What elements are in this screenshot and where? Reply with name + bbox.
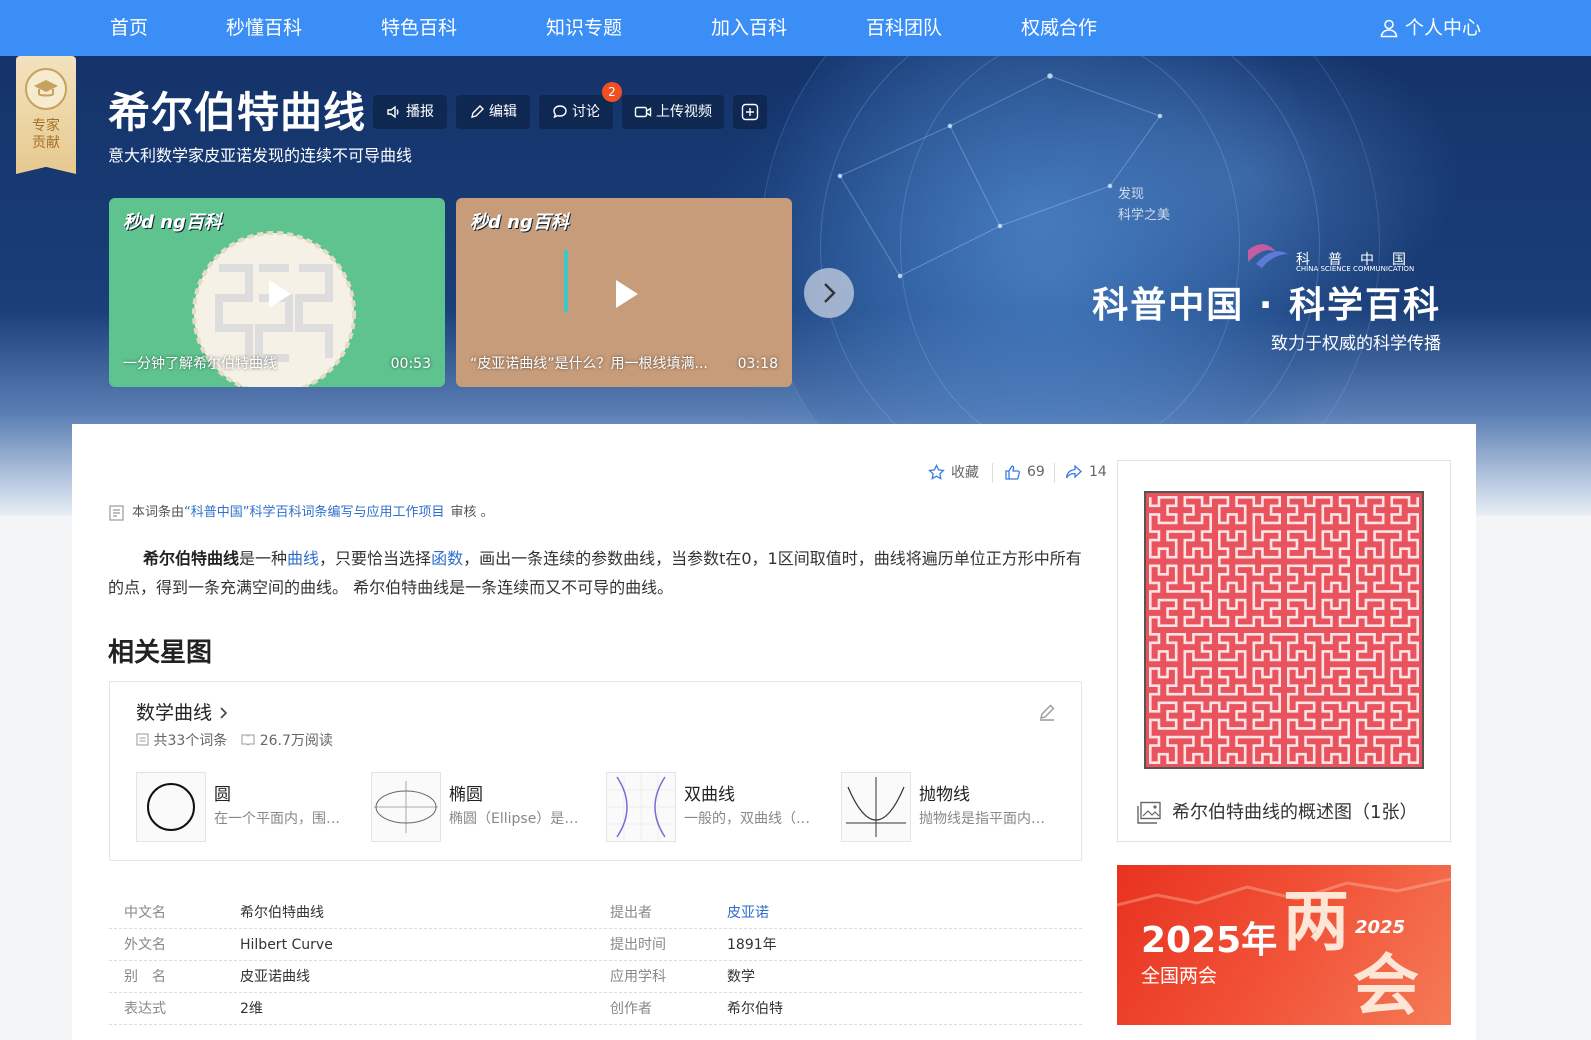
user-center-link[interactable]: 个人中心 — [1379, 14, 1481, 42]
basic-info-table: 中文名 希尔伯特曲线 提出者 皮亚诺 外文名 Hilbert Curve 提出时… — [109, 897, 1082, 1025]
banner-tag: 2025 — [1355, 917, 1406, 938]
entry-count: 共33个词条 — [136, 732, 227, 750]
link-curve[interactable]: 曲线 — [287, 549, 319, 568]
hyperbola-thumbnail — [606, 772, 676, 842]
discuss-button[interactable]: 讨论 — [539, 95, 613, 129]
nav-home[interactable]: 首页 — [110, 14, 148, 42]
meta-divider — [992, 463, 993, 483]
related-item-circle[interactable]: 圆 在一个平面内，围绕一个点... — [136, 772, 356, 842]
info-row: 外文名 Hilbert Curve 提出时间 1891年 — [109, 929, 1082, 961]
parabola-thumbnail — [841, 772, 911, 842]
edit-pencil-icon[interactable] — [1037, 702, 1057, 722]
promo-title: 科普中国 · 科学百科 — [1092, 285, 1441, 326]
video-next-button[interactable] — [804, 268, 854, 318]
collect-button[interactable]: 收藏 — [928, 462, 979, 482]
summary-figure[interactable]: 希尔伯特曲线的概述图（1张） — [1117, 460, 1451, 842]
nav-topics[interactable]: 知识专题 — [546, 14, 622, 42]
promo-subtitle: 致力于权威的科学传播 — [1271, 334, 1441, 354]
chat-bubble-icon — [553, 105, 567, 119]
video-thumbnail-line — [564, 250, 568, 312]
more-actions-button[interactable] — [733, 95, 767, 129]
entry-summary: 希尔伯特曲线是一种曲线，只要恰当选择函数，画出一条连续的参数曲线，当参数t在0，… — [108, 549, 1082, 597]
list-icon — [136, 733, 149, 746]
kepu-logo-icon — [1248, 244, 1288, 268]
related-item-hyperbola[interactable]: 双曲线 一般的，双曲线（希腊语... — [606, 772, 826, 842]
info-row: 别 名 皮亚诺曲线 应用学科 数学 — [109, 961, 1082, 993]
chevron-right-icon — [824, 283, 836, 303]
constellation-stats: 共33个词条 26.7万阅读 — [136, 732, 333, 750]
edit-button[interactable]: 编辑 — [456, 95, 530, 129]
info-row: 表达式 2维 创作者 希尔伯特 — [109, 993, 1082, 1025]
plus-square-icon — [741, 103, 759, 121]
user-icon — [1380, 19, 1398, 38]
page-title: 希尔伯特曲线 — [108, 88, 367, 137]
banner-big-char-2: 会 — [1353, 946, 1419, 1024]
upload-video-button[interactable]: 上传视频 — [622, 95, 724, 129]
figure-caption: 希尔伯特曲线的概述图（1张） — [1136, 801, 1417, 825]
related-item-parabola[interactable]: 抛物线 抛物线是指平面内到一个定... — [841, 772, 1061, 842]
video-card-2[interactable]: 秒d ng百科 “皮亚诺曲线”是什么？用一根线填满... 03:18 — [456, 198, 792, 387]
link-function[interactable]: 函数 — [431, 549, 463, 568]
promo-org-english: CHINA SCIENCE COMMUNICATION — [1296, 265, 1415, 273]
video-camera-icon — [634, 106, 652, 118]
book-icon — [241, 734, 255, 746]
share-icon — [1065, 464, 1082, 478]
broadcast-button[interactable]: 播报 — [373, 95, 447, 129]
video-duration: 00:53 — [390, 356, 431, 372]
video-card-1[interactable]: 秒d ng百科 一分钟了解希尔伯特曲线 00:53 — [109, 198, 445, 387]
ellipse-thumbnail — [371, 772, 441, 842]
banner-year: 2025年 — [1141, 920, 1278, 961]
thumbs-up-icon — [1005, 464, 1020, 480]
nav-miaodong[interactable]: 秒懂百科 — [226, 14, 302, 42]
expert-contribution-badge[interactable]: 专家 贡献 — [16, 56, 76, 174]
user-center-label: 个人中心 — [1404, 17, 1481, 39]
star-icon — [928, 463, 945, 480]
proposer-link[interactable]: 皮亚诺 — [727, 904, 769, 922]
video-caption: 一分钟了解希尔伯特曲线 — [123, 356, 277, 372]
nav-featured[interactable]: 特色百科 — [381, 14, 457, 42]
discuss-count-badge: 2 — [602, 82, 622, 102]
document-icon — [109, 505, 124, 521]
top-nav: 首页 秒懂百科 特色百科 知识专题 加入百科 百科团队 权威合作 个人中心 — [0, 0, 1591, 56]
pencil-icon — [471, 105, 484, 118]
two-sessions-banner[interactable]: 2025年 全国两会 两 会 2025 — [1117, 865, 1451, 1025]
promo-tagline: 发现 科学之美 — [1118, 187, 1171, 223]
meta-divider — [1054, 463, 1055, 483]
play-icon — [616, 280, 638, 308]
image-gallery-icon — [1137, 801, 1161, 824]
video-caption: “皮亚诺曲线”是什么？用一根线填满... — [470, 356, 708, 372]
nav-cooperation[interactable]: 权威合作 — [1021, 14, 1097, 42]
read-count: 26.7万阅读 — [241, 732, 333, 750]
play-icon — [269, 280, 291, 308]
circle-thumbnail — [136, 772, 206, 842]
video-duration: 03:18 — [737, 356, 778, 372]
nav-join[interactable]: 加入百科 — [711, 14, 787, 42]
banner-subtitle: 全国两会 — [1141, 965, 1218, 987]
review-notice: 本词条由 “科普中国”科学百科词条编写与应用工作项目 审核 。 — [108, 503, 494, 523]
related-item-ellipse[interactable]: 椭圆 椭圆（Ellipse）是平面内... — [371, 772, 591, 842]
like-button[interactable]: 69 — [1004, 462, 1045, 482]
info-row: 中文名 希尔伯特曲线 提出者 皮亚诺 — [109, 897, 1082, 929]
video-source-logo: 秒d ng百科 — [470, 212, 569, 233]
page-subtitle: 意大利数学家皮亚诺发现的连续不可导曲线 — [108, 146, 413, 165]
constellation-name-link[interactable]: 数学曲线 — [136, 700, 230, 726]
review-project-link[interactable]: “科普中国”科学百科词条编写与应用工作项目 — [184, 503, 444, 523]
speaker-icon — [387, 105, 399, 119]
chevron-right-icon — [220, 707, 228, 719]
share-button[interactable]: 14 — [1065, 462, 1107, 482]
nav-team[interactable]: 百科团队 — [866, 14, 942, 42]
related-constellation-card: 数学曲线 共33个词条 26.7万阅读 圆 在一个平面内，围绕一个点... 椭圆… — [109, 681, 1082, 861]
badge-label: 专家 贡献 — [32, 118, 60, 151]
hilbert-curve-image — [1144, 491, 1424, 769]
mortarboard-icon — [25, 68, 67, 110]
related-section-title: 相关星图 — [108, 638, 213, 668]
video-source-logo: 秒d ng百科 — [123, 212, 222, 233]
